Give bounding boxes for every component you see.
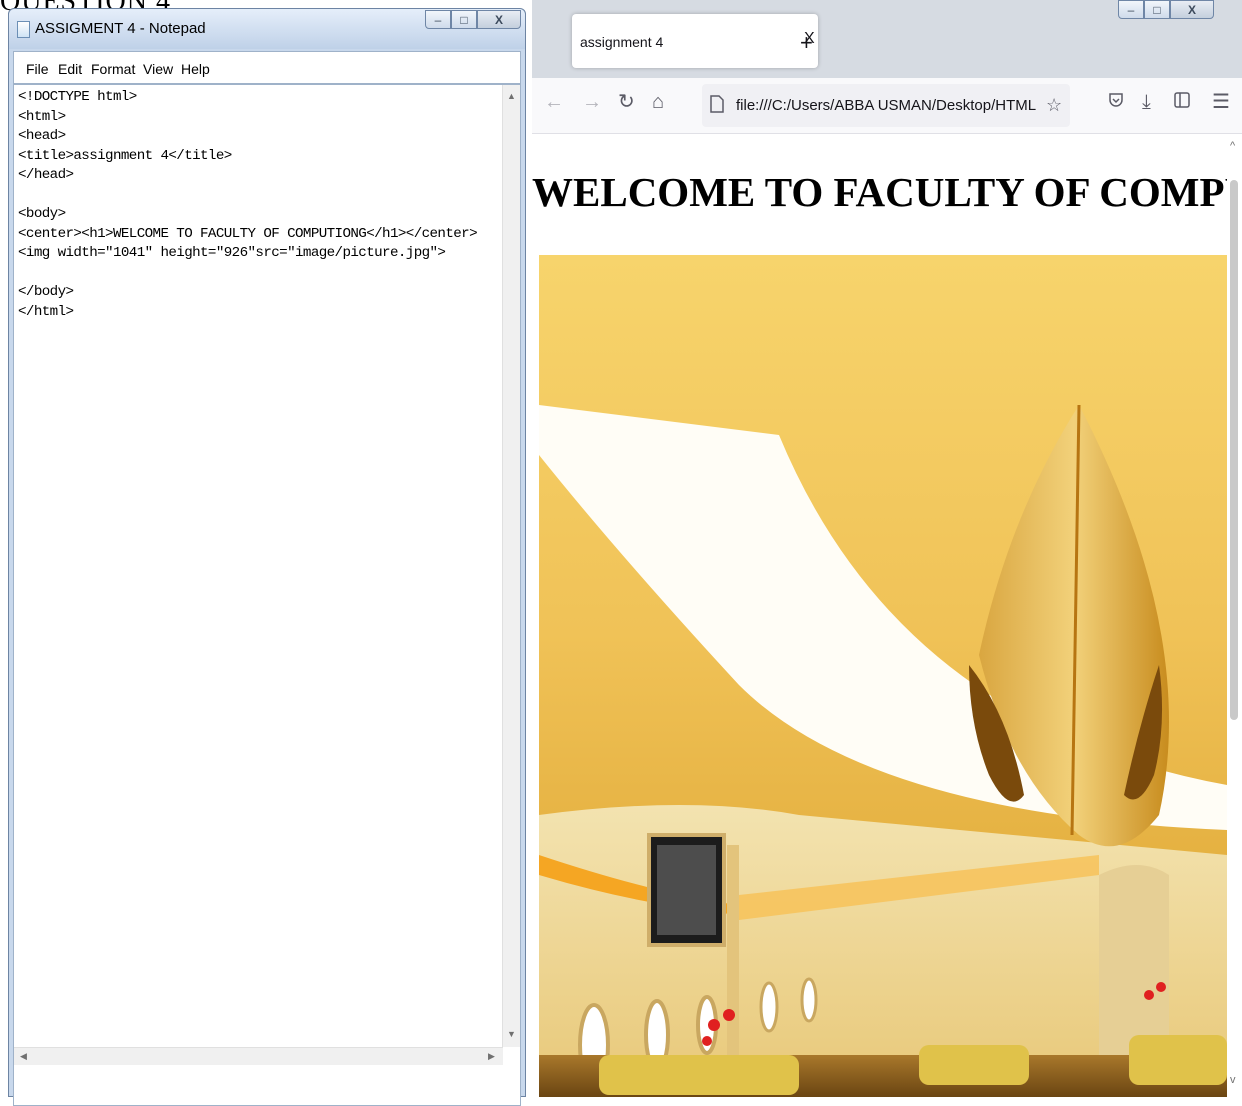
hamburger-menu-icon[interactable]: ☰ bbox=[1212, 92, 1230, 112]
notepad-app-icon bbox=[17, 21, 30, 38]
sidebar-icon[interactable] bbox=[1174, 92, 1190, 113]
code-line: </head> bbox=[18, 167, 74, 183]
scroll-down-icon[interactable]: v bbox=[1230, 1074, 1236, 1086]
scroll-up-icon[interactable]: ^ bbox=[1230, 140, 1235, 152]
notepad-code[interactable]: <!DOCTYPE html> <html> <head> <title>ass… bbox=[18, 88, 478, 322]
code-line: <title>assignment 4</title> bbox=[18, 147, 232, 164]
scroll-left-icon[interactable]: ◀ bbox=[20, 1051, 27, 1062]
menu-format[interactable]: Format bbox=[91, 61, 135, 77]
home-icon[interactable]: ⌂ bbox=[652, 92, 664, 112]
star-icon[interactable]: ☆ bbox=[1046, 95, 1062, 115]
code-line: <body> bbox=[18, 206, 66, 222]
notepad-window-controls: – □ X bbox=[425, 10, 521, 29]
browser-close-button[interactable]: X bbox=[1170, 0, 1214, 19]
arrow-right-icon[interactable]: → bbox=[582, 92, 602, 112]
page-content: WELCOME TO FACULTY OF COMPUTIONG bbox=[532, 134, 1242, 1097]
aircraft-interior-image bbox=[539, 255, 1227, 1097]
notepad-horizontal-scrollbar[interactable]: ◀ ▶ bbox=[14, 1047, 503, 1065]
browser-vertical-scrollbar[interactable]: ^ v bbox=[1227, 134, 1242, 1097]
notepad-maximize-button[interactable]: □ bbox=[451, 10, 477, 29]
scroll-up-icon[interactable]: ▲ bbox=[507, 91, 516, 101]
url-bar[interactable]: file:///C:/Users/ABBA USMAN/Desktop/HTML… bbox=[702, 84, 1070, 127]
menu-view[interactable]: View bbox=[143, 61, 173, 77]
scroll-down-icon[interactable]: ▼ bbox=[507, 1029, 516, 1039]
browser-maximize-button[interactable]: □ bbox=[1144, 0, 1170, 19]
tab-title: assignment 4 bbox=[580, 34, 664, 50]
url-text[interactable]: file:///C:/Users/ABBA USMAN/Desktop/HTML… bbox=[736, 97, 1036, 114]
notepad-close-button[interactable]: X bbox=[477, 10, 521, 29]
arrow-left-icon[interactable]: ← bbox=[544, 92, 564, 112]
browser-tabstrip[interactable]: assignment 4 X + – □ X bbox=[532, 0, 1242, 78]
code-line: </body> bbox=[18, 284, 74, 300]
menu-edit[interactable]: Edit bbox=[58, 61, 82, 77]
pocket-icon[interactable] bbox=[1108, 92, 1124, 113]
browser-toolbar: ← → ↻ ⌂ file:///C:/Users/ABBA USMAN/Desk… bbox=[532, 78, 1242, 134]
download-icon[interactable]: ⤓ bbox=[1142, 92, 1151, 112]
page-heading: WELCOME TO FACULTY OF COMPUTIONG bbox=[532, 169, 1242, 215]
notepad-window-title: ASSIGMENT 4 - Notepad bbox=[35, 20, 206, 37]
browser-tab[interactable]: assignment 4 X bbox=[572, 14, 818, 68]
code-line: <!DOCTYPE html> bbox=[18, 89, 137, 105]
notepad-titlebar[interactable]: ASSIGMENT 4 - Notepad – □ X bbox=[9, 9, 525, 49]
browser-minimize-button[interactable]: – bbox=[1118, 0, 1144, 19]
code-line: </html> bbox=[18, 303, 74, 320]
browser-window-controls: – □ X bbox=[1118, 0, 1214, 19]
code-line: <head> bbox=[18, 128, 66, 144]
notepad-vertical-scrollbar[interactable]: ▲ ▼ bbox=[502, 85, 520, 1047]
browser-window: assignment 4 X + – □ X ← → ↻ ⌂ file:///C… bbox=[532, 0, 1242, 1097]
notepad-menubar: File Edit Format View Help bbox=[13, 51, 521, 84]
scroll-right-icon[interactable]: ▶ bbox=[488, 1051, 495, 1062]
page-icon bbox=[710, 95, 724, 118]
notepad-minimize-button[interactable]: – bbox=[425, 10, 451, 29]
notepad-editor[interactable]: <!DOCTYPE html> <html> <head> <title>ass… bbox=[13, 84, 521, 1106]
new-tab-button[interactable]: + bbox=[800, 30, 813, 56]
code-line: <img width="1041" height="926"src="image… bbox=[18, 245, 446, 261]
code-line: <html> bbox=[18, 108, 66, 125]
code-line: <center><h1>WELCOME TO FACULTY OF COMPUT… bbox=[18, 225, 478, 242]
scrollbar-thumb[interactable] bbox=[1230, 180, 1238, 720]
reload-icon[interactable]: ↻ bbox=[618, 92, 635, 112]
menu-help[interactable]: Help bbox=[181, 61, 210, 77]
notepad-window: ASSIGMENT 4 - Notepad – □ X File Edit Fo… bbox=[8, 8, 526, 1106]
menu-file[interactable]: File bbox=[26, 61, 49, 77]
